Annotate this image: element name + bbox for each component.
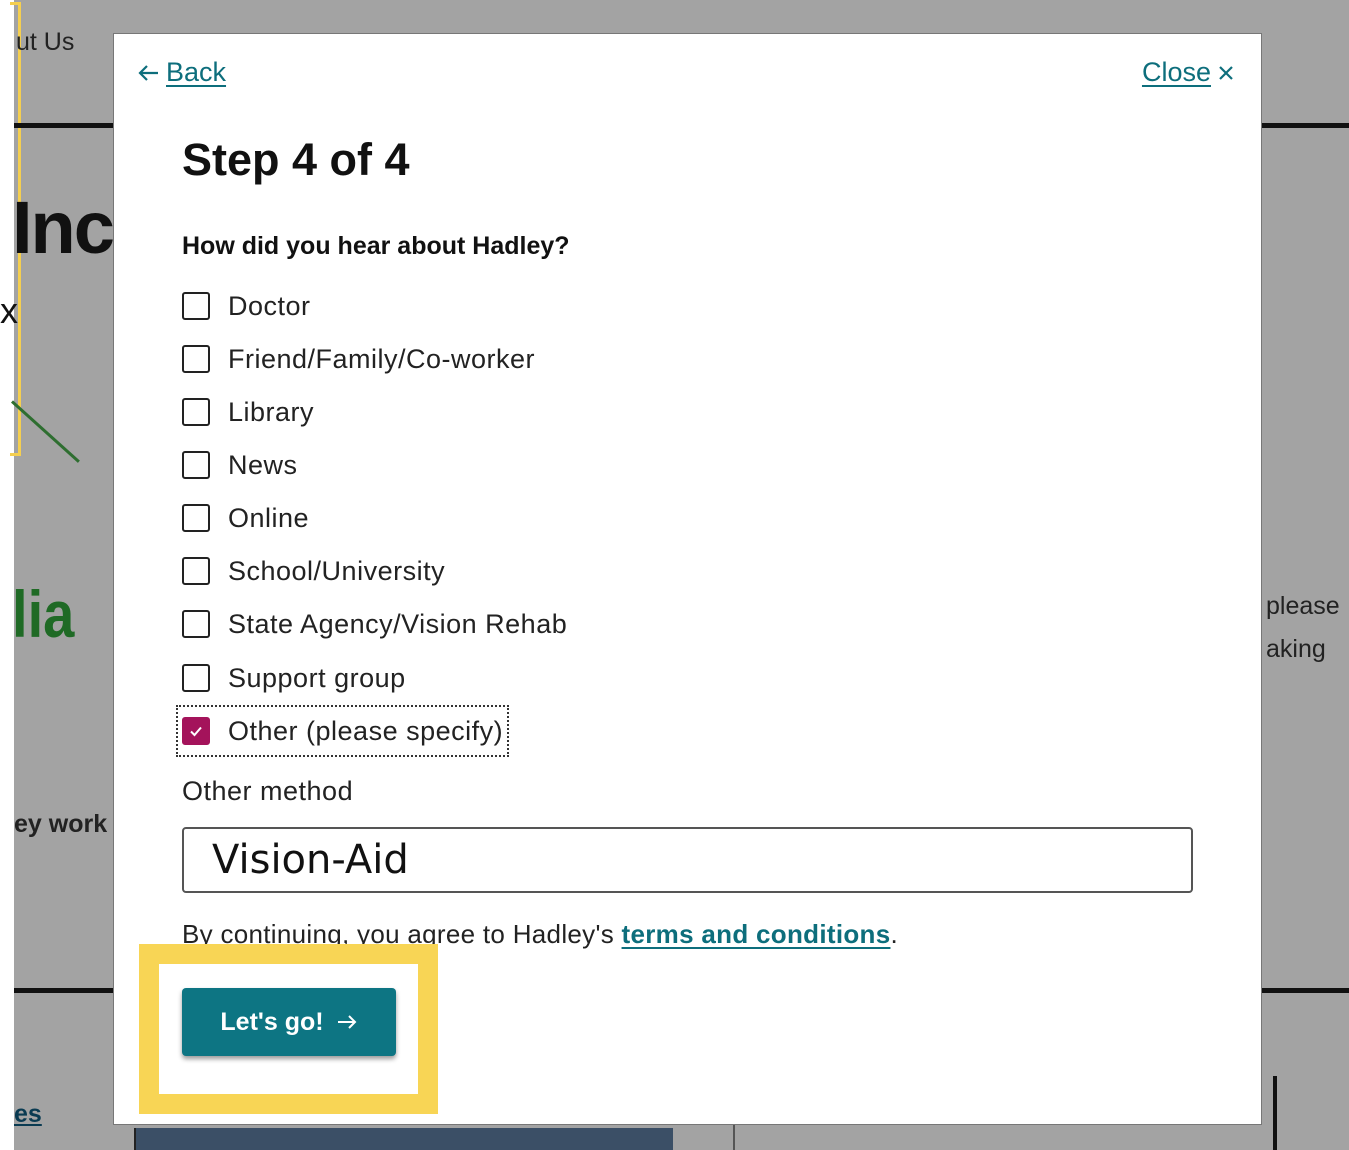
- checkbox[interactable]: [182, 292, 210, 320]
- background-divider: [14, 123, 114, 128]
- background-text: ey work: [14, 810, 108, 838]
- option-label: State Agency/Vision Rehab: [228, 608, 568, 639]
- option-label: Support group: [228, 662, 406, 693]
- option-label: News: [228, 449, 298, 480]
- background-nav-about-us: ut Us: [16, 28, 75, 56]
- background-divider: [1262, 988, 1349, 993]
- back-link[interactable]: Back: [136, 57, 226, 88]
- option-label: School/University: [228, 555, 446, 586]
- terms-text: By continuing, you agree to Hadley's ter…: [182, 919, 898, 950]
- option-school-university[interactable]: School/University: [182, 551, 445, 591]
- signup-modal: Back Close Step 4 of 4 How did you hear …: [113, 33, 1262, 1125]
- option-label: Friend/Family/Co-worker: [228, 343, 536, 374]
- option-support-group[interactable]: Support group: [182, 658, 406, 698]
- background-text: aking: [1266, 635, 1326, 663]
- option-state-agency[interactable]: State Agency/Vision Rehab: [182, 604, 567, 644]
- option-label: Other (please specify): [228, 715, 504, 746]
- lets-go-label: Let's go!: [220, 1007, 324, 1036]
- checkbox[interactable]: [182, 398, 210, 426]
- check-icon: [190, 726, 202, 737]
- option-doctor[interactable]: Doctor: [182, 286, 311, 326]
- background-link: es: [14, 1100, 42, 1128]
- checkbox[interactable]: [182, 664, 210, 692]
- terms-link[interactable]: terms and conditions: [622, 919, 891, 949]
- background-x-glyph: x: [0, 290, 18, 331]
- checkbox[interactable]: [182, 451, 210, 479]
- option-label: Doctor: [228, 290, 311, 321]
- option-online[interactable]: Online: [182, 498, 309, 538]
- option-news[interactable]: News: [182, 445, 298, 485]
- arrow-right-icon: [336, 1013, 358, 1031]
- back-link-label: Back: [166, 57, 227, 87]
- other-method-label: Other method: [182, 776, 354, 806]
- background-green-heading: lia: [12, 577, 75, 651]
- terms-suffix: .: [890, 919, 898, 949]
- checkbox[interactable]: [182, 610, 210, 638]
- checkbox-checked[interactable]: [182, 717, 210, 745]
- background-image: [134, 1128, 673, 1150]
- background-decorative-line: [10, 400, 80, 463]
- close-link[interactable]: Close: [1142, 57, 1235, 88]
- background-heading: Inc: [12, 186, 115, 269]
- lets-go-button[interactable]: Let's go!: [182, 988, 396, 1056]
- option-library[interactable]: Library: [182, 392, 314, 432]
- checkbox[interactable]: [182, 345, 210, 373]
- option-label: Online: [228, 502, 310, 533]
- close-icon: [1217, 64, 1235, 82]
- background-text: please: [1266, 592, 1340, 620]
- other-method-input[interactable]: [182, 827, 1193, 893]
- checkbox[interactable]: [182, 557, 210, 585]
- terms-prefix: By continuing, you agree to Hadley's: [182, 919, 622, 949]
- close-link-label: Close: [1141, 57, 1211, 87]
- option-friend-family-coworker[interactable]: Friend/Family/Co-worker: [182, 339, 535, 379]
- question-heading: How did you hear about Hadley?: [182, 232, 570, 260]
- background-divider: [1262, 123, 1349, 128]
- option-other[interactable]: Other (please specify): [175, 705, 510, 757]
- step-title: Step 4 of 4: [182, 134, 410, 185]
- checkbox[interactable]: [182, 504, 210, 532]
- background-divider: [14, 988, 114, 993]
- arrow-left-icon: [136, 63, 160, 83]
- background-card-border: [1273, 1076, 1277, 1150]
- option-label: Library: [228, 396, 315, 427]
